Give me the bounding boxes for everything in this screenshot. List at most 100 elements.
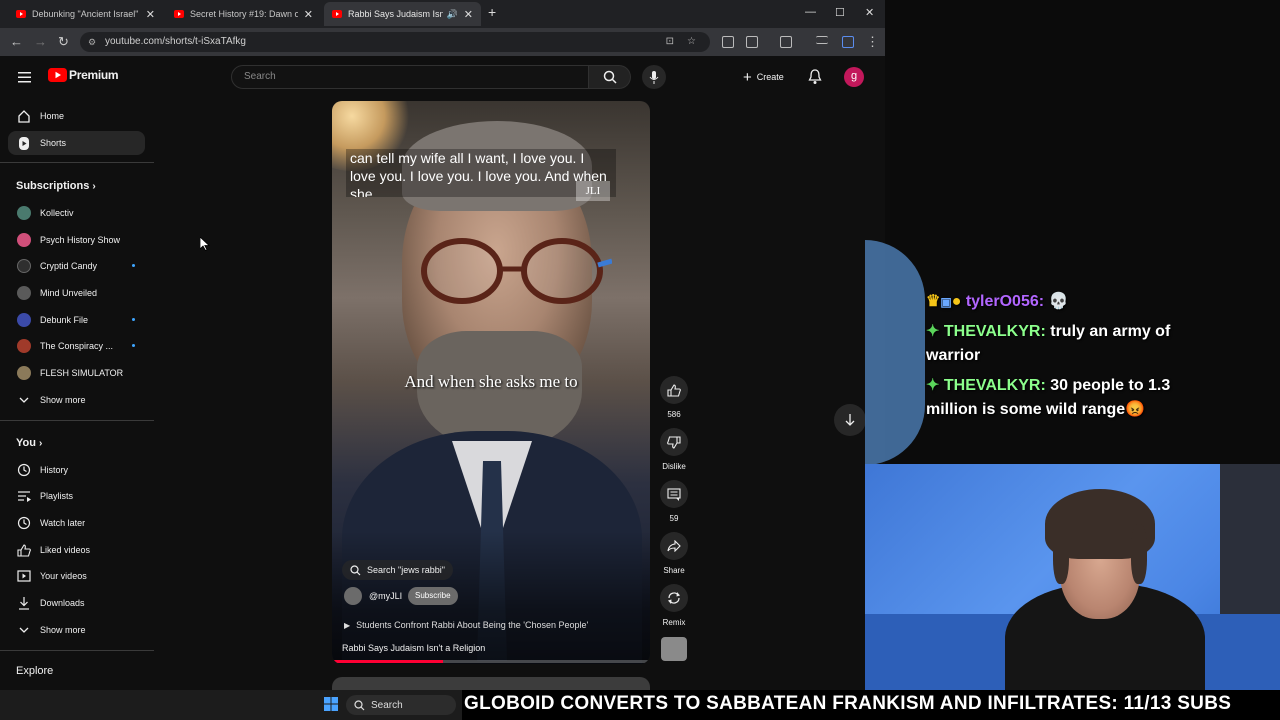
related-video-link[interactable]: ▶ Students Confront Rabbi About Being th… bbox=[344, 620, 588, 630]
url-bar[interactable]: ⚙ youtube.com/shorts/t-iSxaTAfkg ⊡ ☆ bbox=[80, 32, 710, 52]
shorts-video-player[interactable]: can tell my wife all I want, I love you.… bbox=[332, 101, 650, 664]
new-content-dot bbox=[132, 264, 135, 267]
next-short-preview[interactable] bbox=[332, 677, 650, 690]
sidebar-item-your-videos[interactable]: Your videos bbox=[8, 564, 145, 588]
arrow-down-icon bbox=[845, 414, 855, 426]
extensions-icon[interactable] bbox=[746, 36, 758, 48]
subscriptions-show-more[interactable]: Show more bbox=[8, 388, 145, 412]
next-short-button[interactable] bbox=[834, 404, 866, 436]
like-icon bbox=[667, 383, 681, 397]
notifications-bell-icon[interactable] bbox=[808, 69, 822, 90]
sidebar-item-psych-history-show[interactable]: Psych History Show bbox=[8, 228, 145, 252]
site-info-icon[interactable]: ⚙ bbox=[88, 32, 96, 52]
reading-list-icon[interactable] bbox=[816, 36, 828, 44]
sidebar-item-kollectiv[interactable]: Kollectiv bbox=[8, 201, 145, 225]
install-app-icon[interactable]: ⊡ bbox=[666, 32, 674, 52]
sidebar-item-watch-later[interactable]: Watch later bbox=[8, 511, 145, 535]
sidebar-item-label: Liked videos bbox=[40, 545, 91, 555]
chat-text: 💀 bbox=[1048, 293, 1069, 310]
like-button[interactable] bbox=[660, 376, 688, 404]
url-text: youtube.com/shorts/t-iSxaTAfkg bbox=[105, 36, 246, 47]
you-heading[interactable]: You › bbox=[16, 437, 42, 449]
screenshot-icon[interactable] bbox=[780, 36, 792, 48]
crown-icon: ♛ bbox=[926, 293, 941, 310]
dislike-button[interactable] bbox=[660, 428, 688, 456]
search-input[interactable]: Search bbox=[231, 65, 589, 89]
taskbar-search[interactable]: Search bbox=[346, 695, 456, 715]
forward-icon[interactable]: → bbox=[34, 34, 47, 50]
maximize-icon[interactable]: ☐ bbox=[835, 6, 845, 19]
sidebar-item-the-conspiracy[interactable]: The Conspiracy ... bbox=[8, 334, 145, 358]
windows-start-icon[interactable] bbox=[324, 697, 338, 716]
share-label: Share bbox=[663, 566, 685, 575]
bookmark-star-icon[interactable]: ☆ bbox=[687, 32, 696, 52]
tab-debunking[interactable]: Debunking "Ancient Israel" - Yo ✕ bbox=[8, 2, 163, 26]
sidebar-item-history[interactable]: History bbox=[8, 458, 145, 482]
tab-title: Debunking "Ancient Israel" - Yo bbox=[32, 9, 140, 19]
channel-avatar bbox=[17, 313, 31, 327]
back-icon[interactable]: ← bbox=[10, 34, 23, 50]
browser-menu-icon[interactable]: ⋮ bbox=[866, 34, 879, 50]
chat-message: ✦ THEVALKYR: 30 people to 1.3 million is… bbox=[926, 374, 1226, 422]
reload-icon[interactable]: ↻ bbox=[58, 34, 69, 50]
ticker-text: GLOBOID CONVERTS TO SABBATEAN FRANKISM A… bbox=[464, 693, 1232, 714]
download-icon bbox=[8, 596, 40, 610]
progress-track[interactable] bbox=[332, 660, 650, 663]
create-label: Create bbox=[756, 72, 784, 82]
remix-button[interactable] bbox=[660, 584, 688, 612]
sidebar-item-mind-unveiled[interactable]: Mind Unveiled bbox=[8, 281, 145, 305]
close-tab-icon[interactable]: ✕ bbox=[464, 8, 473, 21]
sidebar-item-cryptid-candy[interactable]: Cryptid Candy bbox=[8, 254, 145, 278]
subscribe-button[interactable]: Subscribe bbox=[408, 587, 458, 605]
comments-button[interactable] bbox=[660, 480, 688, 508]
search-button[interactable] bbox=[589, 65, 631, 89]
share-button[interactable] bbox=[660, 532, 688, 560]
sidebar-item-liked-videos[interactable]: Liked videos bbox=[8, 538, 145, 562]
sidebar-item-label: Home bbox=[40, 111, 65, 121]
sidebar-item-flesh-simulator[interactable]: FLESH SIMULATOR bbox=[8, 361, 145, 385]
remix-icon bbox=[668, 592, 680, 604]
account-avatar[interactable]: g bbox=[844, 67, 864, 87]
badge-icon: ▣ bbox=[940, 295, 952, 309]
speaker-glasses bbox=[421, 238, 612, 304]
watch-later-icon bbox=[8, 516, 40, 530]
explore-heading: Explore bbox=[16, 665, 54, 677]
sidebar-item-home[interactable]: Home bbox=[8, 104, 145, 128]
search-icon bbox=[350, 564, 361, 575]
chevron-right-icon: › bbox=[92, 181, 96, 192]
close-window-icon[interactable]: ✕ bbox=[865, 6, 874, 19]
you-show-more[interactable]: Show more bbox=[8, 618, 145, 642]
close-tab-icon[interactable]: ✕ bbox=[304, 8, 313, 21]
dislike-icon bbox=[667, 435, 681, 449]
divider bbox=[0, 162, 154, 163]
tab-bar: Debunking "Ancient Israel" - Yo ✕ Secret… bbox=[0, 0, 885, 28]
new-content-dot bbox=[132, 344, 135, 347]
chevron-down-icon bbox=[8, 627, 40, 633]
streamer-hair-left bbox=[1053, 524, 1069, 584]
sound-thumbnail[interactable] bbox=[661, 637, 687, 661]
tab-title: Rabbi Says Judaism Isn't a R bbox=[348, 9, 443, 19]
tab-secret-history[interactable]: Secret History #19: Dawn of the ✕ bbox=[166, 2, 321, 26]
close-tab-icon[interactable]: ✕ bbox=[146, 8, 155, 21]
tab-rabbi-says[interactable]: Rabbi Says Judaism Isn't a R 🔊 ✕ bbox=[324, 2, 481, 26]
remix-label: Remix bbox=[662, 618, 686, 627]
sidebar-item-playlists[interactable]: Playlists bbox=[8, 484, 145, 508]
sidebar-item-downloads[interactable]: Downloads bbox=[8, 591, 145, 615]
profile-window-icon[interactable] bbox=[842, 36, 854, 48]
new-tab-icon[interactable]: + bbox=[488, 4, 496, 20]
sidebar-item-shorts[interactable]: Shorts bbox=[8, 131, 145, 155]
channel-avatar bbox=[17, 339, 31, 353]
short-title[interactable]: Rabbi Says Judaism Isn't a Religion bbox=[342, 643, 485, 653]
search-suggestion-chip[interactable]: Search "jews rabbi" bbox=[342, 560, 453, 580]
audio-playing-icon[interactable]: 🔊 bbox=[447, 9, 458, 20]
sidepanel-icon[interactable] bbox=[722, 36, 734, 48]
subscriptions-heading[interactable]: Subscriptions › bbox=[16, 180, 96, 192]
minimize-icon[interactable]: — bbox=[805, 6, 816, 18]
channel-avatar bbox=[17, 206, 31, 220]
channel-handle[interactable]: @myJLI bbox=[369, 591, 402, 601]
voice-search-button[interactable] bbox=[642, 65, 666, 89]
create-button[interactable]: + Create bbox=[735, 65, 792, 89]
channel-avatar[interactable] bbox=[344, 587, 362, 605]
sidebar-item-debunk-file[interactable]: Debunk File bbox=[8, 308, 145, 332]
sidebar-item-label: Downloads bbox=[40, 598, 85, 608]
